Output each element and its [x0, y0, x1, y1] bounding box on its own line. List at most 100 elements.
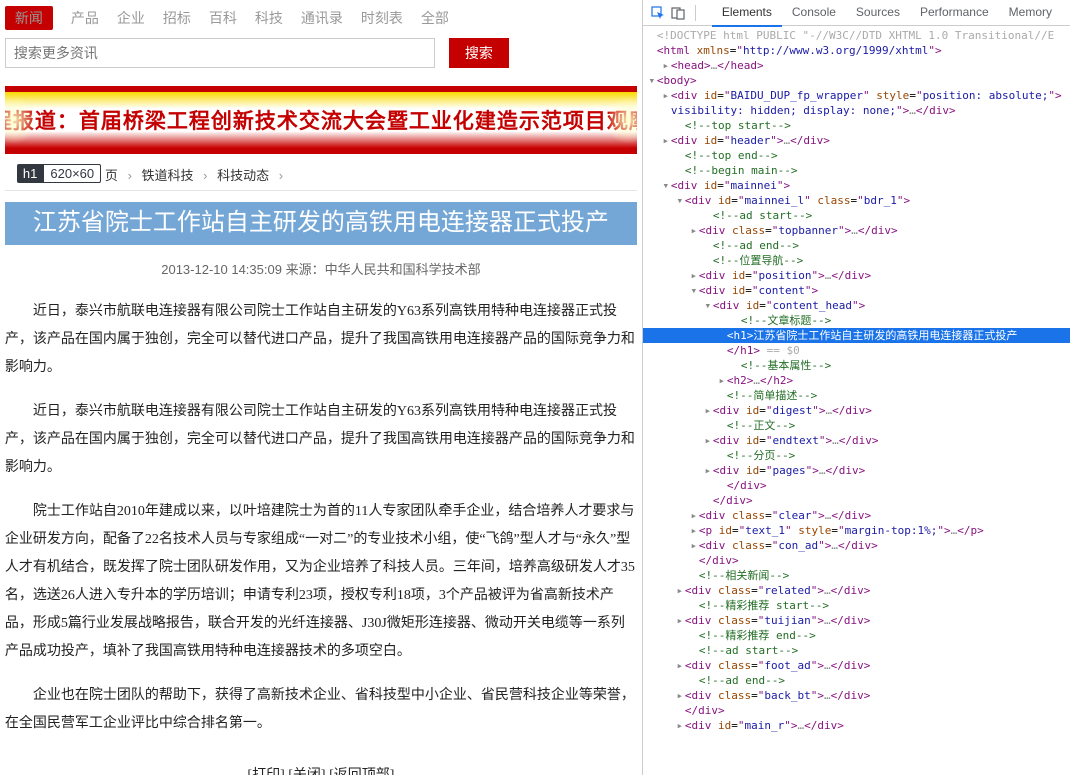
dom-node[interactable]: <!--相关新闻-->: [643, 568, 1070, 583]
dom-node[interactable]: ▾<body>: [643, 73, 1070, 88]
toggle-icon[interactable]: ▾: [647, 73, 657, 88]
dom-node[interactable]: ▸<div id="BAIDU_DUP_fp_wrapper" style="p…: [643, 88, 1070, 103]
dom-node[interactable]: <!--ad start-->: [643, 208, 1070, 223]
dom-node[interactable]: ▸<div class="con_ad">…</div>: [643, 538, 1070, 553]
device-toolbar-icon[interactable]: [671, 6, 685, 20]
print-link[interactable]: [打印]: [247, 768, 284, 775]
dom-node[interactable]: ▸<div class="tuijian">…</div>: [643, 613, 1070, 628]
chevron-right-icon: ›: [203, 168, 207, 183]
dom-node[interactable]: visibility: hidden; display: none;">…</d…: [643, 103, 1070, 118]
dom-node[interactable]: ▸<head>…</head>: [643, 58, 1070, 73]
dom-node[interactable]: <!--ad end-->: [643, 238, 1070, 253]
toggle-icon[interactable]: ▸: [661, 88, 671, 103]
close-link[interactable]: [关闭]: [288, 768, 325, 775]
dom-node[interactable]: ▸<div class="clear">…</div>: [643, 508, 1070, 523]
tab-elements[interactable]: Elements: [712, 0, 782, 27]
toggle-icon[interactable]: ▸: [703, 463, 713, 478]
toggle-icon[interactable]: ▸: [689, 268, 699, 283]
dom-node[interactable]: <h1>江苏省院士工作站自主研发的高铁用电连接器正式投产: [643, 328, 1070, 343]
dom-node[interactable]: ▸<div class="back_bt">…</div>: [643, 688, 1070, 703]
dom-node[interactable]: ▾<div id="content_head">: [643, 298, 1070, 313]
dom-node[interactable]: ▸<div class="related">…</div>: [643, 583, 1070, 598]
crumb-rail[interactable]: 铁道科技: [142, 168, 194, 183]
dom-node[interactable]: ▸<div id="endtext">…</div>: [643, 433, 1070, 448]
paragraph: 近日，泰兴市航联电连接器有限公司院士工作站自主研发的Y63系列高铁用特种电连接器…: [5, 298, 637, 382]
toggle-icon[interactable]: ▸: [675, 688, 685, 703]
dom-node[interactable]: ▸<div id="header">…</div>: [643, 133, 1070, 148]
nav-item-all[interactable]: 全部: [421, 8, 449, 28]
dom-node[interactable]: <!--文章标题-->: [643, 313, 1070, 328]
devtools-pane: Elements Console Sources Performance Mem…: [643, 0, 1070, 775]
dom-node[interactable]: <!--精彩推荐 start-->: [643, 598, 1070, 613]
dom-node[interactable]: <!--正文-->: [643, 418, 1070, 433]
dom-node[interactable]: <!--ad end-->: [643, 673, 1070, 688]
dom-node[interactable]: </div>: [643, 703, 1070, 718]
nav-item-product[interactable]: 产品: [71, 8, 99, 28]
dom-node[interactable]: ▸<p id="text_1" style="margin-top:1%;">……: [643, 523, 1070, 538]
dom-node[interactable]: <!--begin main-->: [643, 163, 1070, 178]
toggle-icon[interactable]: ▸: [675, 718, 685, 733]
dom-node[interactable]: ▸<div id="main_r">…</div>: [643, 718, 1070, 733]
toggle-icon[interactable]: ▸: [689, 523, 699, 538]
search-button[interactable]: 搜索: [449, 38, 509, 68]
elements-tree[interactable]: <!DOCTYPE html PUBLIC "-//W3C//DTD XHTML…: [643, 26, 1070, 775]
nav-item-timetable[interactable]: 时刻表: [361, 8, 403, 28]
nav-item-contacts[interactable]: 通讯录: [301, 8, 343, 28]
dom-node[interactable]: ▸<div id="position">…</div>: [643, 268, 1070, 283]
crumb-home[interactable]: 页: [105, 168, 118, 183]
dom-node[interactable]: <!--top start-->: [643, 118, 1070, 133]
dom-node[interactable]: ▾<div id="mainnei">: [643, 178, 1070, 193]
dom-node[interactable]: <html xmlns="http://www.w3.org/1999/xhtm…: [643, 43, 1070, 58]
nav-news[interactable]: 新闻: [5, 6, 53, 30]
toggle-icon[interactable]: ▸: [703, 403, 713, 418]
article-meta: 2013-12-10 14:35:09 来源：中华人民共和国科学技术部: [5, 259, 637, 278]
dom-node[interactable]: <!--基本属性-->: [643, 358, 1070, 373]
dom-node[interactable]: </div>: [643, 553, 1070, 568]
dom-node[interactable]: <!--分页-->: [643, 448, 1070, 463]
tab-console[interactable]: Console: [782, 0, 846, 27]
toggle-icon[interactable]: ▸: [675, 583, 685, 598]
nav-item-wiki[interactable]: 百科: [209, 8, 237, 28]
tab-sources[interactable]: Sources: [846, 0, 910, 27]
nav-item-bid[interactable]: 招标: [163, 8, 191, 28]
dom-node[interactable]: ▸<div id="pages">…</div>: [643, 463, 1070, 478]
dom-node[interactable]: <!DOCTYPE html PUBLIC "-//W3C//DTD XHTML…: [643, 28, 1070, 43]
nav-item-company[interactable]: 企业: [117, 8, 145, 28]
toggle-icon[interactable]: ▸: [661, 133, 671, 148]
toggle-icon[interactable]: ▸: [689, 223, 699, 238]
nav-item-tech[interactable]: 科技: [255, 8, 283, 28]
dom-node[interactable]: ▸<div class="foot_ad">…</div>: [643, 658, 1070, 673]
top-link[interactable]: [返回顶部]: [329, 768, 394, 775]
dom-node[interactable]: ▸<h2>…</h2>: [643, 373, 1070, 388]
dom-node[interactable]: ▸<div class="topbanner">…</div>: [643, 223, 1070, 238]
toggle-icon[interactable]: ▸: [717, 373, 727, 388]
dom-node[interactable]: <!--位置导航-->: [643, 253, 1070, 268]
dom-node[interactable]: ▾<div id="content">: [643, 283, 1070, 298]
inspect-icon[interactable]: [651, 6, 665, 20]
dom-node[interactable]: <!--top end-->: [643, 148, 1070, 163]
toggle-icon[interactable]: ▾: [675, 193, 685, 208]
crumb-news[interactable]: 科技动态: [217, 168, 269, 183]
tab-memory[interactable]: Memory: [999, 0, 1062, 27]
tab-performance[interactable]: Performance: [910, 0, 999, 27]
search-input[interactable]: [5, 38, 435, 68]
dom-node[interactable]: </h1> == $0: [643, 343, 1070, 358]
toggle-icon[interactable]: ▸: [689, 538, 699, 553]
banner[interactable]: 全程报道：首届桥梁工程创新技术交流大会暨工业化建造示范项目观摩会: [5, 86, 637, 154]
dom-node[interactable]: <!--简单描述-->: [643, 388, 1070, 403]
toggle-icon[interactable]: ▸: [675, 658, 685, 673]
toggle-icon[interactable]: ▸: [661, 58, 671, 73]
dom-node[interactable]: ▸<div id="digest">…</div>: [643, 403, 1070, 418]
toggle-icon[interactable]: ▾: [661, 178, 671, 193]
dom-node[interactable]: <!--精彩推荐 end-->: [643, 628, 1070, 643]
toggle-icon[interactable]: ▸: [675, 613, 685, 628]
dom-node[interactable]: ▾<div id="mainnei_l" class="bdr_1">: [643, 193, 1070, 208]
dom-node[interactable]: </div>: [643, 493, 1070, 508]
dom-node[interactable]: </div>: [643, 478, 1070, 493]
toggle-icon[interactable]: ▸: [703, 433, 713, 448]
toggle-icon[interactable]: ▸: [689, 508, 699, 523]
toggle-icon[interactable]: ▾: [703, 298, 713, 313]
toggle-icon[interactable]: ▾: [689, 283, 699, 298]
article-date: 2013-12-10 14:35:09: [161, 262, 282, 277]
dom-node[interactable]: <!--ad start-->: [643, 643, 1070, 658]
